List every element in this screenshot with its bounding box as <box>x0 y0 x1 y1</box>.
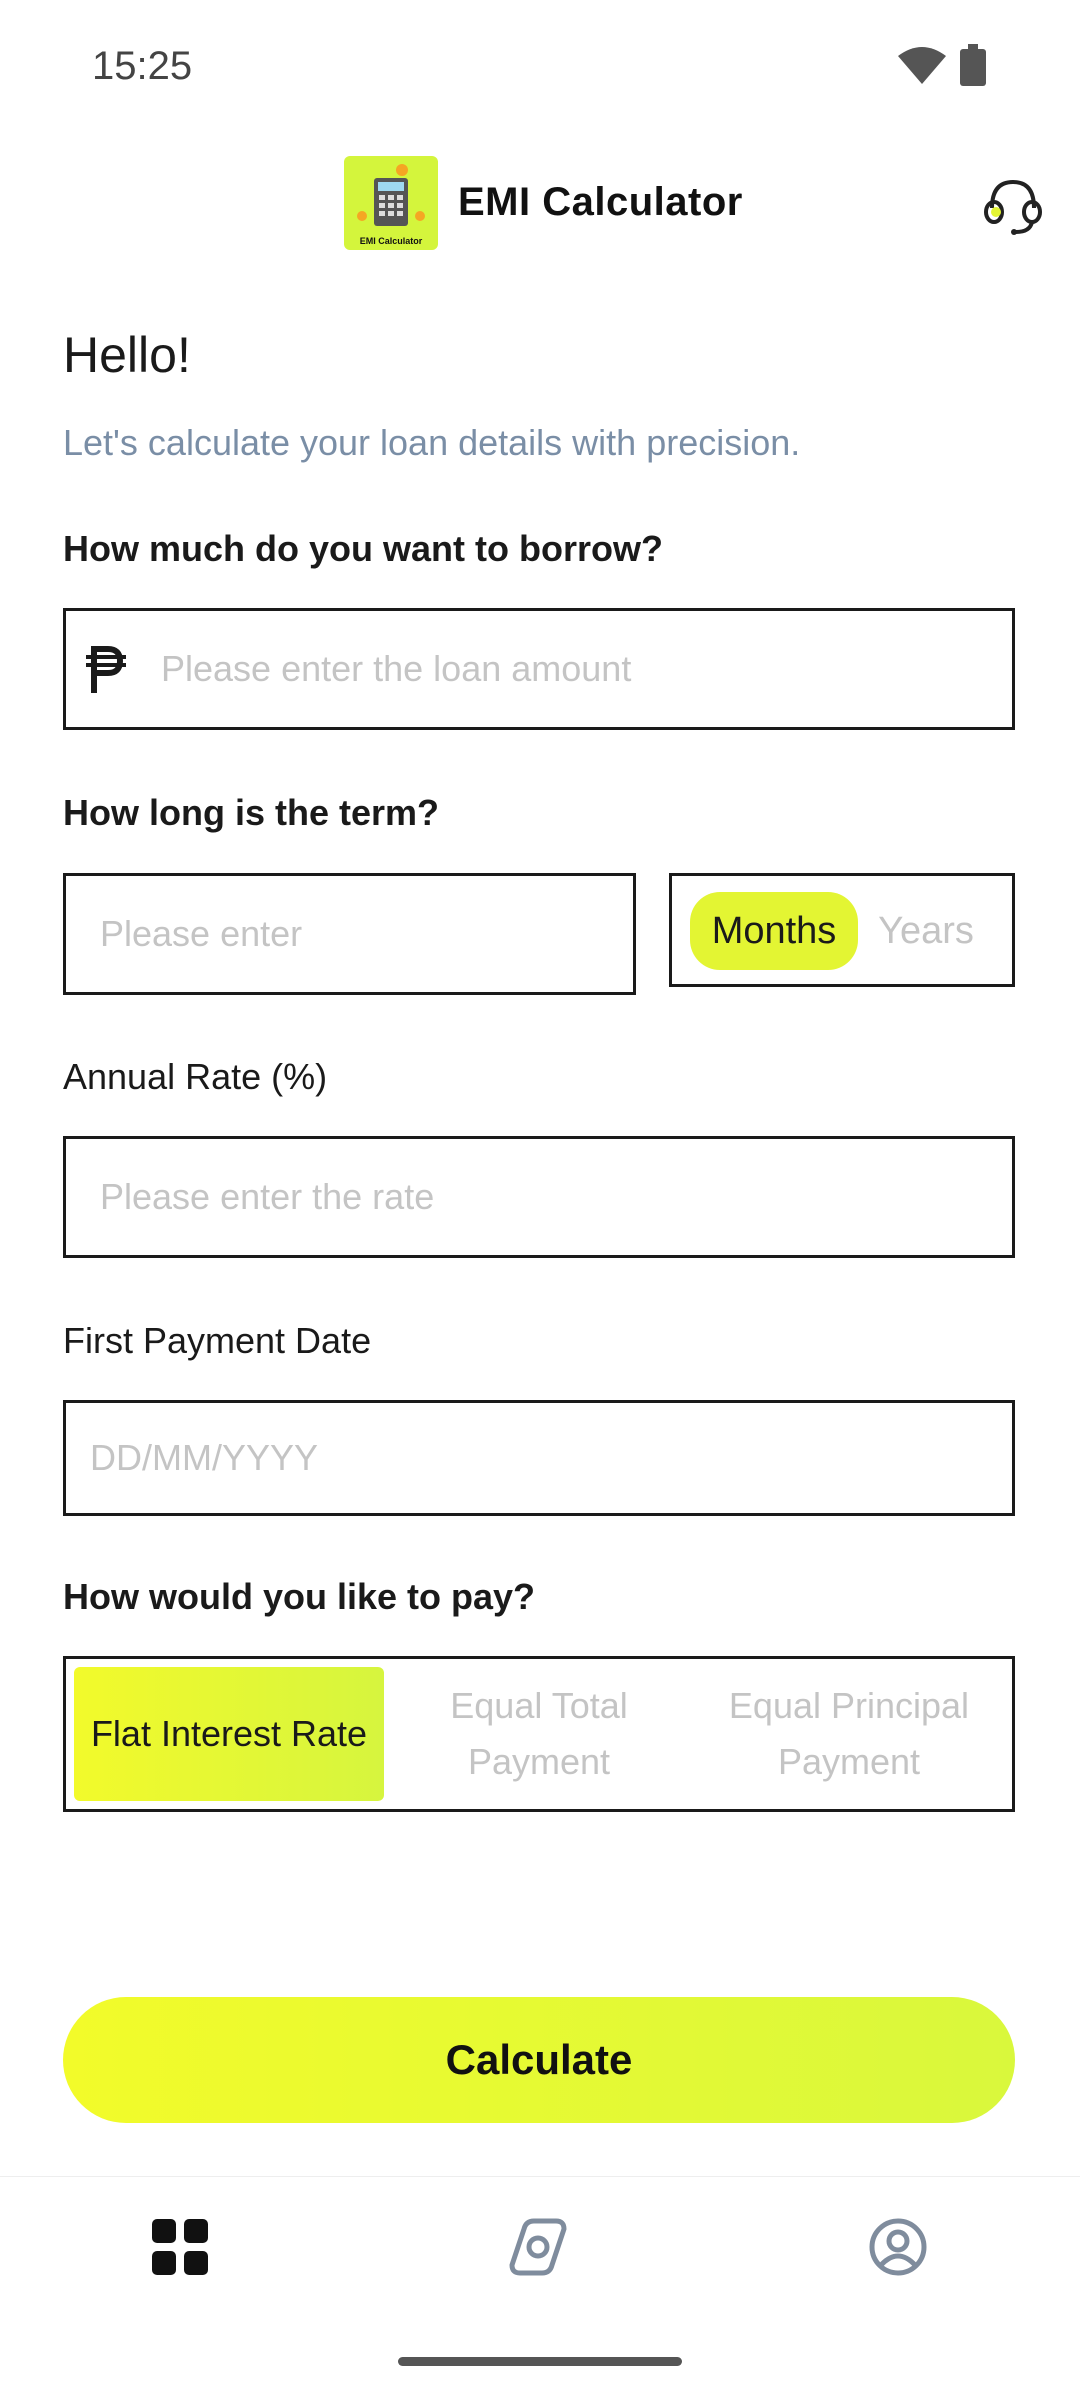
term-unit-toggle: Months Years <box>669 873 1015 987</box>
annual-rate-field[interactable] <box>63 1136 1015 1258</box>
first-payment-date-field[interactable] <box>63 1400 1015 1516</box>
compass-icon[interactable] <box>508 2217 568 2277</box>
subtitle: Let's calculate your loan details with p… <box>63 422 801 463</box>
first-payment-date-input[interactable] <box>90 1403 992 1513</box>
first-payment-date-label: First Payment Date <box>63 1320 372 1361</box>
home-indicator[interactable] <box>398 2357 682 2366</box>
term-input[interactable] <box>100 876 613 992</box>
calculate-button[interactable]: Calculate <box>63 1997 1015 2123</box>
loan-amount-input[interactable] <box>161 611 992 727</box>
app-title: EMI Calculator <box>458 180 743 224</box>
payment-method-label: How would you like to pay? <box>63 1576 536 1617</box>
grid-icon[interactable] <box>150 2217 210 2277</box>
battery-icon <box>960 44 986 86</box>
wifi-icon <box>898 47 946 84</box>
payment-option-equal-total[interactable]: Equal Total Payment <box>384 1667 694 1801</box>
payment-method-selector: Flat Interest Rate Equal Total Payment E… <box>63 1656 1015 1812</box>
term-unit-months[interactable]: Months <box>690 892 858 970</box>
status-time: 15:25 <box>92 44 193 88</box>
payment-option-equal-principal[interactable]: Equal Principal Payment <box>694 1667 1004 1801</box>
greeting: Hello! <box>63 327 191 383</box>
app-logo: EMI Calculator <box>344 156 438 250</box>
term-unit-years[interactable]: Years <box>868 892 984 970</box>
term-label: How long is the term? <box>63 792 440 833</box>
bottom-nav <box>0 2176 1080 2336</box>
loan-amount-label: How much do you want to borrow? <box>63 528 663 569</box>
app-header: EMI Calculator EMI Calculator <box>0 150 1080 260</box>
annual-rate-label: Annual Rate (%) <box>63 1056 328 1097</box>
status-bar: 15:25 <box>0 0 1080 130</box>
peso-icon <box>86 646 126 693</box>
loan-amount-field[interactable] <box>63 608 1015 730</box>
payment-option-flat-interest[interactable]: Flat Interest Rate <box>74 1667 384 1801</box>
headset-icon[interactable] <box>984 176 1042 236</box>
profile-icon[interactable] <box>868 2217 928 2277</box>
logo-text: EMI Calculator <box>359 236 423 246</box>
annual-rate-input[interactable] <box>100 1139 992 1255</box>
term-field[interactable] <box>63 873 636 995</box>
